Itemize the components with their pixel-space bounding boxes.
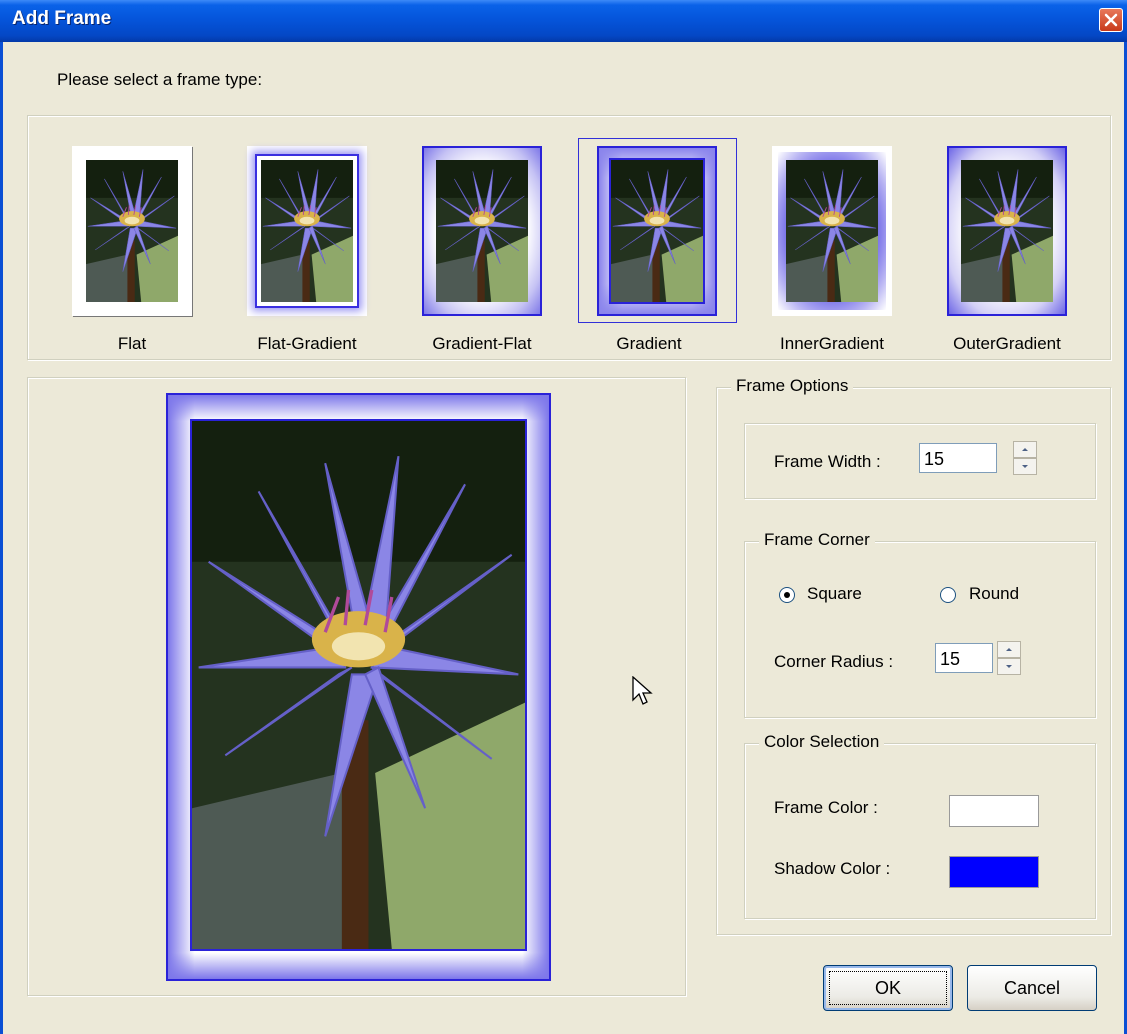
up-arrow-icon — [1006, 648, 1012, 651]
frame-label-gradient[interactable]: Gradient — [569, 334, 729, 354]
flower-photo-icon — [86, 160, 178, 302]
preview-panel — [27, 377, 686, 996]
spin-up-button[interactable] — [997, 641, 1021, 658]
frame-type-prompt: Please select a frame type: — [57, 70, 263, 89]
shadow-color-label: Shadow Color : — [774, 859, 891, 878]
frame-width-spinner[interactable] — [1013, 441, 1037, 475]
frame-thumb-gradient-flat[interactable] — [422, 146, 542, 316]
frame-options-group: Frame Options Frame Width : 15 Frame Cor… — [716, 376, 1111, 935]
spin-up-button[interactable] — [1013, 441, 1037, 458]
color-selection-group: Color Selection Frame Color : Shadow Col… — [744, 732, 1096, 919]
spin-down-button[interactable] — [997, 658, 1021, 675]
frame-corner-title: Frame Corner — [759, 530, 875, 550]
color-selection-title: Color Selection — [759, 732, 885, 752]
close-icon — [1104, 13, 1118, 27]
add-frame-dialog: Add Frame Please select a frame type: Fl… — [0, 0, 1127, 1034]
radio-selected-dot — [784, 592, 790, 598]
frame-label-outer-gradient[interactable]: OuterGradient — [927, 334, 1087, 354]
square-radio[interactable] — [779, 587, 795, 603]
flower-photo-icon — [261, 160, 353, 302]
frame-thumb-outer-gradient[interactable] — [947, 146, 1067, 316]
cancel-button[interactable]: Cancel — [967, 965, 1097, 1011]
down-arrow-icon — [1006, 665, 1012, 668]
up-arrow-icon — [1022, 448, 1028, 451]
square-label[interactable]: Square — [807, 584, 862, 604]
round-radio[interactable] — [940, 587, 956, 603]
window-title: Add Frame — [12, 8, 112, 29]
frame-color-swatch[interactable] — [949, 795, 1039, 827]
frame-label-flat[interactable]: Flat — [52, 334, 212, 354]
round-label[interactable]: Round — [969, 584, 1019, 604]
focus-rectangle — [829, 971, 947, 1005]
frame-options-title: Frame Options — [731, 376, 854, 396]
frame-color-label: Frame Color : — [774, 798, 878, 817]
mouse-cursor-icon — [632, 676, 653, 705]
frame-width-label: Frame Width : — [774, 452, 881, 471]
flower-photo-icon — [786, 160, 878, 302]
frame-corner-group: Frame Corner Square Round Corner Radius … — [744, 530, 1096, 718]
preview-frame — [166, 393, 551, 981]
ok-button[interactable]: OK — [823, 965, 953, 1011]
frame-label-inner-gradient[interactable]: InnerGradient — [752, 334, 912, 354]
down-arrow-icon — [1022, 465, 1028, 468]
preview-photo — [192, 421, 525, 949]
frame-thumb-flat[interactable] — [72, 146, 192, 316]
flower-photo-icon — [611, 160, 703, 302]
frame-width-group: Frame Width : 15 — [744, 423, 1096, 499]
frame-thumb-inner-gradient[interactable] — [772, 146, 892, 316]
frame-label-flat-gradient[interactable]: Flat-Gradient — [227, 334, 387, 354]
spin-down-button[interactable] — [1013, 458, 1037, 475]
flower-photo-icon — [436, 160, 528, 302]
frame-thumb-gradient[interactable] — [597, 146, 717, 316]
frame-type-panel: Flat Flat-Gradient Gradient-Flat Gradien… — [27, 115, 1111, 360]
title-bar[interactable]: Add Frame — [0, 0, 1127, 42]
frame-width-input[interactable]: 15 — [919, 443, 997, 473]
flower-photo-icon — [961, 160, 1053, 302]
cancel-button-label: Cancel — [1003, 978, 1061, 998]
frame-label-gradient-flat[interactable]: Gradient-Flat — [402, 334, 562, 354]
corner-radius-input[interactable]: 15 — [935, 643, 993, 673]
corner-radius-label: Corner Radius : — [774, 652, 894, 671]
window-left-border — [0, 42, 3, 1034]
frame-thumb-flat-gradient[interactable] — [247, 146, 367, 316]
corner-radius-spinner[interactable] — [997, 641, 1021, 675]
shadow-color-swatch[interactable] — [949, 856, 1039, 888]
close-button[interactable] — [1099, 8, 1123, 32]
